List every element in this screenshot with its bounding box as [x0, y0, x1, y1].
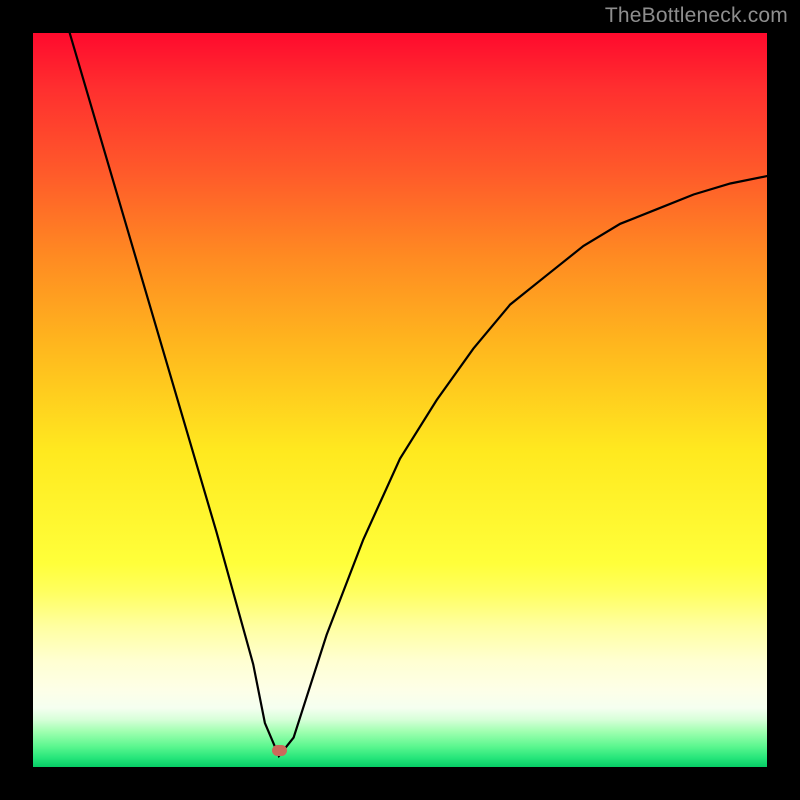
watermark-text: TheBottleneck.com — [605, 4, 788, 28]
chart-frame: TheBottleneck.com — [0, 0, 800, 800]
bottleneck-curve — [33, 33, 767, 767]
minimum-marker — [272, 745, 287, 756]
